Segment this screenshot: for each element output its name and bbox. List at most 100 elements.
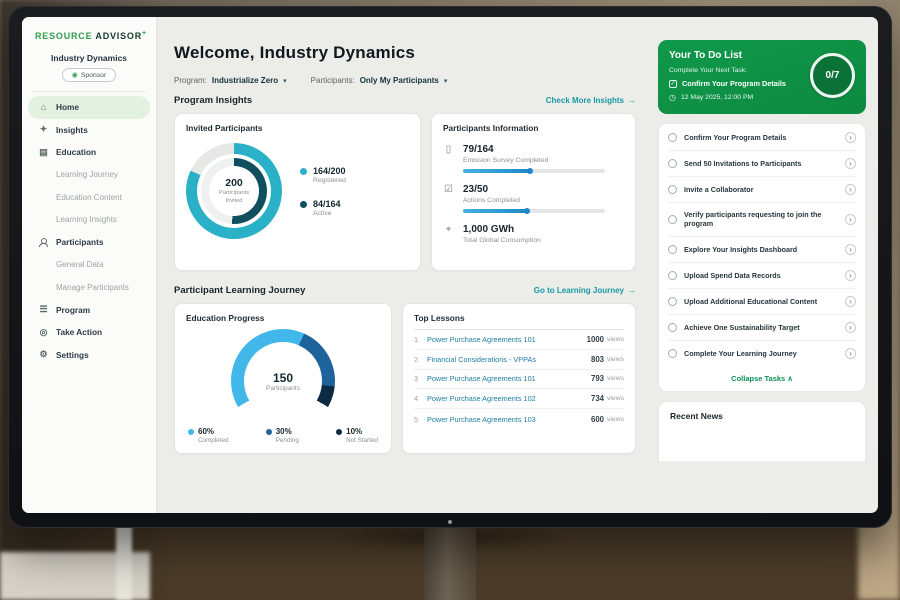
divider bbox=[32, 91, 146, 92]
chevron-right-icon[interactable]: › bbox=[845, 244, 856, 255]
task-checkbox[interactable] bbox=[668, 215, 677, 224]
learning-journey-header: Participant Learning Journey Go to Learn… bbox=[174, 285, 636, 296]
participants-dropdown[interactable]: Participants: Only My Participants ▾ bbox=[311, 76, 448, 85]
donut-gap: 200 Participants Invited bbox=[197, 154, 271, 228]
participants-information-card: Participants Information ▯ 79/164 Emissi… bbox=[431, 113, 636, 271]
task-verify-participants[interactable]: Verify participants requesting to join t… bbox=[668, 203, 856, 237]
program-value: Industrialize Zero bbox=[212, 76, 278, 85]
chevron-right-icon[interactable]: › bbox=[845, 348, 856, 359]
task-label: Complete Your Learning Journey bbox=[684, 349, 838, 358]
chevron-right-icon[interactable]: › bbox=[845, 184, 856, 195]
task-checkbox[interactable] bbox=[668, 323, 677, 332]
chevron-right-icon[interactable]: › bbox=[845, 270, 856, 281]
task-send-invitations[interactable]: Send 50 Invitations to Participants › bbox=[668, 151, 856, 177]
stat-value: 23/50 bbox=[463, 184, 605, 195]
sidebar-item-label: Settings bbox=[56, 350, 89, 360]
task-checkbox[interactable] bbox=[668, 185, 677, 194]
filter-bar: Program: Industrialize Zero ▾ Participan… bbox=[174, 76, 636, 85]
invited-participants-card: Invited Participants 200 Participants In… bbox=[174, 113, 421, 271]
gauge-value: 150 bbox=[273, 371, 293, 385]
sidebar-item-learning-insights[interactable]: Learning Insights bbox=[22, 209, 156, 232]
sponsor-label: Sponsor bbox=[81, 72, 106, 79]
lesson-link[interactable]: Power Purchase Agreements 102 bbox=[427, 394, 591, 403]
sponsor-icon: ◉ bbox=[72, 71, 78, 79]
program-dropdown[interactable]: Program: Industrialize Zero ▾ bbox=[174, 76, 287, 85]
lesson-link[interactable]: Power Purchase Agreements 101 bbox=[427, 374, 591, 383]
sidebar-item-education[interactable]: ▤ Education bbox=[28, 141, 150, 164]
task-achieve-sustainability-target[interactable]: Achieve One Sustainability Target › bbox=[668, 315, 856, 341]
sidebar-item-label: General Data bbox=[56, 260, 104, 269]
chevron-right-icon[interactable]: › bbox=[845, 132, 856, 143]
todo-task-list: Confirm Your Program Details › Send 50 I… bbox=[658, 123, 866, 392]
lesson-link[interactable]: Power Purchase Agreements 101 bbox=[427, 335, 587, 344]
sidebar-item-label: Learning Journey bbox=[56, 170, 118, 179]
task-explore-insights[interactable]: Explore Your Insights Dashboard › bbox=[668, 237, 856, 263]
logo-plus: + bbox=[142, 30, 147, 37]
active-value: 84/164 bbox=[313, 199, 341, 209]
program-insights-header: Program Insights Check More Insights → bbox=[174, 95, 636, 106]
card-title: Top Lessons bbox=[414, 313, 624, 330]
due-date: 12 May 2025, 12:00 PM bbox=[681, 94, 753, 101]
task-checkbox[interactable] bbox=[668, 349, 677, 358]
dashboard-screen: RESOURCE ADVISOR+ Industry Dynamics ◉ Sp… bbox=[22, 17, 878, 513]
sidebar-item-learning-journey[interactable]: Learning Journey bbox=[22, 164, 156, 187]
collapse-caret-icon: ∧ bbox=[787, 374, 793, 383]
progress-bar bbox=[463, 169, 605, 173]
task-invite-collaborator[interactable]: Invite a Collaborator › bbox=[668, 177, 856, 203]
sidebar-item-home[interactable]: ⌂ Home bbox=[28, 96, 150, 119]
not-started-dot bbox=[336, 429, 342, 435]
todo-progress: 0/7 bbox=[826, 70, 840, 81]
lesson-views: 734 bbox=[591, 394, 604, 403]
task-checkbox[interactable] bbox=[668, 297, 677, 306]
invited-total-label: Participants Invited bbox=[214, 190, 254, 204]
sidebar-item-insights[interactable]: ✦ Insights bbox=[28, 119, 150, 142]
task-checkbox[interactable] bbox=[668, 271, 677, 280]
legend-active: 84/164 Active bbox=[300, 199, 346, 217]
chevron-right-icon[interactable]: › bbox=[845, 322, 856, 333]
todo-summary-card: Your To Do List Complete Your Next Task:… bbox=[658, 40, 866, 114]
link-label: Check More Insights bbox=[546, 96, 624, 105]
sidebar-item-manage-participants[interactable]: Manage Participants bbox=[22, 276, 156, 299]
consumption-icon: ⌖ bbox=[443, 224, 454, 249]
lesson-link[interactable]: Power Purchase Agreements 103 bbox=[427, 415, 591, 424]
task-complete-learning-journey[interactable]: Complete Your Learning Journey › bbox=[668, 341, 856, 366]
go-to-learning-journey-link[interactable]: Go to Learning Journey → bbox=[534, 286, 636, 295]
sidebar-item-participants[interactable]: Participants bbox=[28, 231, 150, 254]
task-checkbox[interactable] bbox=[668, 133, 677, 142]
education-icon: ▤ bbox=[38, 148, 49, 157]
task-label: Confirm Your Program Details bbox=[684, 133, 838, 142]
check-more-insights-link[interactable]: Check More Insights → bbox=[546, 96, 636, 105]
completed-value: 60% bbox=[198, 427, 228, 436]
sidebar-item-education-content[interactable]: Education Content bbox=[22, 186, 156, 209]
participants-icon bbox=[38, 238, 49, 247]
views-word: views bbox=[607, 395, 624, 402]
sidebar-item-label: Manage Participants bbox=[56, 283, 129, 292]
clock-icon: ◷ bbox=[669, 93, 676, 102]
photo-background: RESOURCE ADVISOR+ Industry Dynamics ◉ Sp… bbox=[0, 0, 900, 600]
home-icon: ⌂ bbox=[38, 103, 49, 112]
chevron-right-icon[interactable]: › bbox=[845, 296, 856, 307]
task-confirm-program[interactable]: Confirm Your Program Details › bbox=[668, 125, 856, 151]
sidebar-item-general-data[interactable]: General Data bbox=[22, 254, 156, 277]
task-upload-educational-content[interactable]: Upload Additional Educational Content › bbox=[668, 289, 856, 315]
task-label: Explore Your Insights Dashboard bbox=[684, 245, 838, 254]
top-lessons-card: Top Lessons 1 Power Purchase Agreements … bbox=[402, 303, 636, 454]
app-logo: RESOURCE ADVISOR+ bbox=[22, 17, 156, 45]
collapse-tasks-link[interactable]: Collapse Tasks ∧ bbox=[668, 366, 856, 391]
lesson-views: 793 bbox=[591, 374, 604, 383]
link-label: Go to Learning Journey bbox=[534, 286, 624, 295]
program-icon: ☰ bbox=[38, 305, 49, 314]
task-checkbox[interactable] bbox=[668, 159, 677, 168]
sidebar-item-program[interactable]: ☰ Program bbox=[28, 299, 150, 322]
sidebar-item-label: Insights bbox=[56, 125, 88, 135]
chevron-right-icon[interactable]: › bbox=[845, 158, 856, 169]
sidebar-item-take-action[interactable]: ◎ Take Action bbox=[28, 321, 150, 344]
lesson-link[interactable]: Financial Considerations - VPPAs bbox=[427, 355, 591, 364]
task-checkbox[interactable] bbox=[668, 245, 677, 254]
chevron-right-icon[interactable]: › bbox=[845, 214, 856, 225]
progress-fill bbox=[463, 209, 528, 213]
sidebar-item-label: Learning Insights bbox=[56, 215, 117, 224]
sidebar-item-settings[interactable]: ⚙ Settings bbox=[28, 344, 150, 367]
task-upload-spend-data[interactable]: Upload Spend Data Records › bbox=[668, 263, 856, 289]
lesson-row: 2 Financial Considerations - VPPAs 803 v… bbox=[414, 350, 624, 370]
